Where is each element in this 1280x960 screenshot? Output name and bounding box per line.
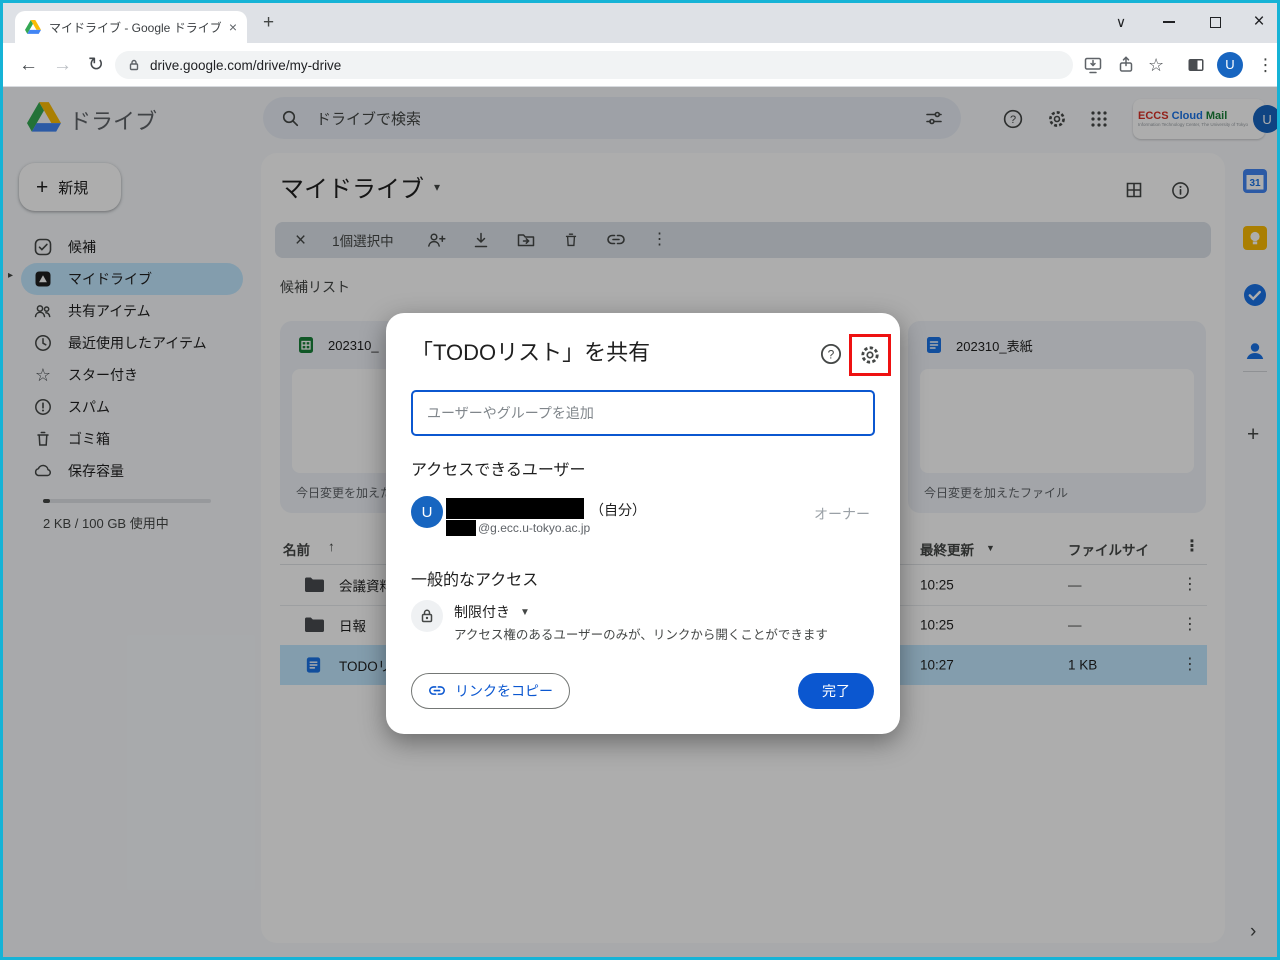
browser-avatar[interactable]: U	[1217, 51, 1243, 78]
lock-icon	[421, 609, 433, 623]
drive-page: ドライブ ドライブで検索 ? ECCS Cloud Mail Informati…	[3, 87, 1277, 957]
dialog-settings-gear-icon[interactable]	[858, 343, 882, 367]
maximize-icon	[1209, 16, 1221, 28]
url-text: drive.google.com/drive/my-drive	[150, 57, 342, 73]
browser-tab[interactable]: マイドライブ - Google ドライブ ×	[15, 11, 247, 43]
tab-title: マイドライブ - Google ドライブ	[49, 20, 221, 35]
reload-icon[interactable]: ↻	[88, 55, 104, 74]
new-tab-button[interactable]: +	[263, 12, 274, 34]
done-button[interactable]: 完了	[798, 673, 874, 709]
tab-close-icon[interactable]: ×	[229, 20, 237, 34]
general-access-section-label: 一般的なアクセス	[411, 572, 539, 589]
screenshot-frame: マイドライブ - Google ドライブ × + ∨ × ← → ↻ drive…	[0, 0, 1280, 960]
browser-tab-bar: マイドライブ - Google ドライブ × + ∨ ×	[3, 3, 1277, 43]
side-panel-icon[interactable]	[1186, 55, 1206, 75]
bookmark-star-icon[interactable]: ☆	[1148, 56, 1164, 74]
lock-icon	[129, 59, 139, 71]
browser-menu-icon[interactable]: ⋮	[1257, 56, 1274, 73]
dialog-title: 「TODOリスト」を共有	[411, 340, 651, 365]
forward-icon: →	[53, 54, 72, 75]
minimize-icon	[1163, 21, 1175, 23]
copy-link-button[interactable]: リンクをコピー	[411, 673, 570, 709]
drive-favicon	[25, 20, 41, 34]
annotation-highlight-box	[849, 334, 891, 376]
back-icon[interactable]: ←	[19, 55, 38, 74]
owner-avatar: U	[411, 496, 443, 528]
share-dialog: 「TODOリスト」を共有 ? アクセスできるユーザー U （自分） @g.ecc…	[386, 313, 900, 734]
browser-toolbar: ← → ↻ drive.google.com/drive/my-drive ☆ …	[3, 43, 1277, 87]
owner-email-domain: @g.ecc.u-tokyo.ac.jp	[478, 521, 591, 535]
access-description: アクセス権のあるユーザーのみが、リンクから開くことができます	[454, 628, 828, 642]
tab-search-icon[interactable]: ∨	[1098, 3, 1144, 41]
copy-link-label: リンクをコピー	[455, 683, 553, 699]
access-level-dropdown[interactable]: 制限付き ▼	[454, 602, 530, 622]
people-section-label: アクセスできるユーザー	[411, 462, 586, 479]
done-label: 完了	[822, 683, 850, 699]
address-bar[interactable]: drive.google.com/drive/my-drive	[115, 51, 1073, 79]
owner-self-label: （自分）	[590, 502, 646, 518]
add-people-input[interactable]	[411, 390, 875, 436]
dialog-help-icon[interactable]: ?	[819, 342, 843, 366]
share-icon[interactable]	[1116, 55, 1136, 75]
redacted-email-user	[446, 520, 476, 536]
redacted-owner-name	[446, 498, 584, 519]
owner-role-label: オーナー	[814, 506, 870, 522]
minimize-button[interactable]	[1146, 3, 1192, 41]
install-icon[interactable]	[1083, 55, 1103, 75]
maximize-button[interactable]	[1192, 3, 1238, 41]
access-level-label: 制限付き	[454, 604, 510, 620]
window-close-button[interactable]: ×	[1236, 3, 1277, 41]
lock-icon-circle	[411, 600, 443, 632]
dropdown-caret-icon: ▼	[520, 606, 530, 618]
svg-text:?: ?	[828, 347, 835, 361]
link-icon	[429, 686, 445, 695]
